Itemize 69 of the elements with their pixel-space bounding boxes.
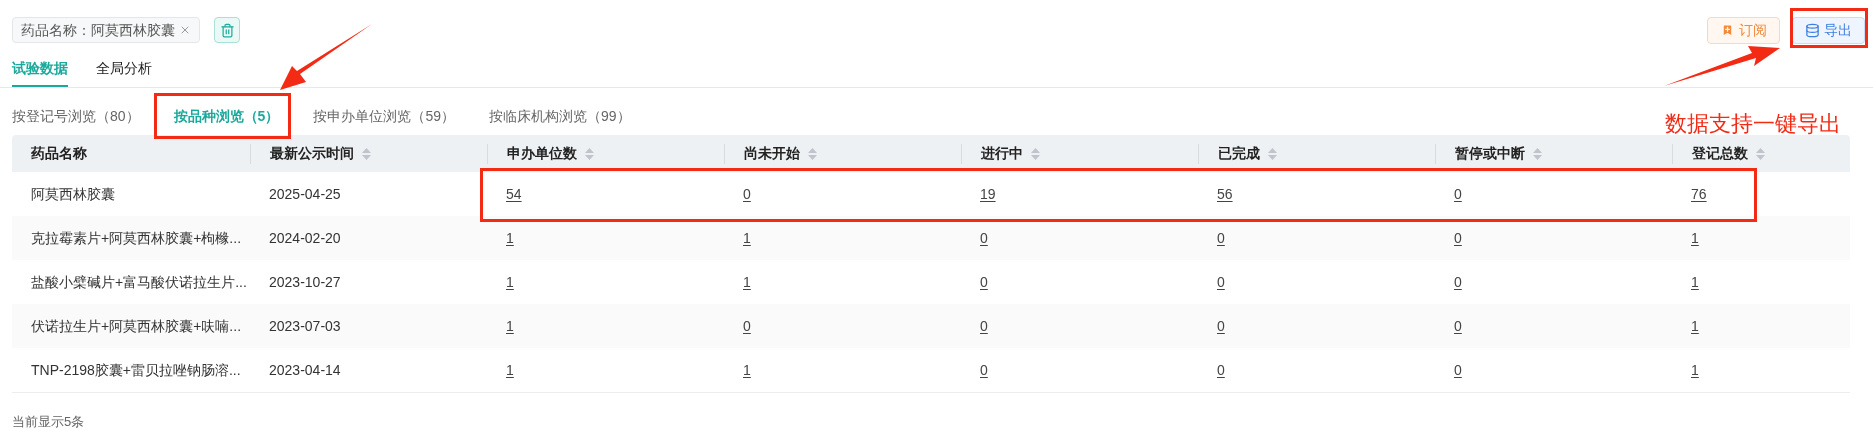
column-header: 暂停或中断	[1455, 144, 1525, 163]
count-link[interactable]: 1	[506, 318, 514, 334]
count-link[interactable]: 0	[1454, 186, 1462, 202]
view-tab[interactable]: 按申办单位浏览（59）	[313, 106, 455, 127]
sort-icon[interactable]	[1533, 147, 1542, 160]
annotation-label: 数据支持一键导出	[1665, 110, 1841, 138]
count-link[interactable]: 0	[743, 318, 751, 334]
table-cell: 2023-07-03	[269, 318, 341, 334]
table-cell: TNP-2198胶囊+雷贝拉唑钠肠溶...	[31, 362, 241, 378]
count-link[interactable]: 76	[1691, 186, 1707, 202]
count-link[interactable]: 0	[1454, 318, 1462, 334]
column-header: 药品名称	[31, 144, 87, 163]
sort-icon[interactable]	[585, 147, 594, 160]
footer-text: 当前显示5条	[12, 414, 85, 429]
table-cell: 伏诺拉生片+阿莫西林胶囊+呋喃...	[31, 318, 242, 334]
count-link[interactable]: 0	[1217, 274, 1225, 290]
count-link[interactable]: 1	[1691, 274, 1699, 290]
column-header: 申办单位数	[507, 144, 577, 163]
column-header: 进行中	[981, 144, 1023, 163]
column-header: 已完成	[1218, 144, 1260, 163]
trash-icon	[219, 22, 235, 38]
count-link[interactable]: 0	[980, 318, 988, 334]
count-link[interactable]: 1	[1691, 318, 1699, 334]
count-link[interactable]: 56	[1217, 186, 1233, 202]
count-link[interactable]: 19	[980, 186, 996, 202]
count-link[interactable]: 0	[1217, 318, 1225, 334]
count-link[interactable]: 1	[743, 230, 751, 246]
sort-icon[interactable]	[1756, 147, 1765, 160]
count-link[interactable]: 1	[506, 230, 514, 246]
table-cell: 2023-04-14	[269, 362, 341, 378]
table-cell: 2025-04-25	[269, 186, 341, 202]
count-link[interactable]: 0	[980, 230, 988, 246]
bookmark-icon	[1720, 23, 1735, 38]
sort-icon[interactable]	[1031, 147, 1040, 160]
count-link[interactable]: 1	[743, 274, 751, 290]
count-link[interactable]: 54	[506, 186, 522, 202]
filter-value: 阿莫西林胶囊	[91, 20, 175, 40]
count-link[interactable]: 0	[1454, 230, 1462, 246]
table-cell: 盐酸小檗碱片+富马酸伏诺拉生片...	[31, 274, 247, 290]
table-cell: 阿莫西林胶囊	[31, 186, 115, 202]
table-cell: 2024-02-20	[269, 230, 341, 246]
count-link[interactable]: 1	[743, 362, 751, 378]
count-link[interactable]: 1	[506, 362, 514, 378]
column-header: 登记总数	[1692, 144, 1748, 163]
table-cell: 2023-10-27	[269, 274, 341, 290]
export-button[interactable]: 导出	[1792, 17, 1865, 44]
count-link[interactable]: 0	[743, 186, 751, 202]
count-link[interactable]: 0	[1217, 230, 1225, 246]
tab[interactable]: 全局分析	[96, 58, 152, 87]
sort-icon[interactable]	[808, 147, 817, 160]
view-tab[interactable]: 按临床机构浏览（99）	[488, 106, 631, 127]
count-link[interactable]: 0	[1454, 274, 1462, 290]
count-link[interactable]: 1	[1691, 362, 1699, 378]
count-link[interactable]: 1	[506, 274, 514, 290]
table-cell: 克拉霉素片+阿莫西林胶囊+枸橼...	[31, 230, 242, 246]
column-header: 尚未开始	[744, 144, 800, 163]
count-link[interactable]: 0	[1217, 362, 1225, 378]
sort-icon[interactable]	[362, 147, 371, 160]
count-link[interactable]: 0	[980, 274, 988, 290]
database-icon	[1805, 23, 1820, 38]
count-link[interactable]: 0	[980, 362, 988, 378]
count-link[interactable]: 1	[1691, 230, 1699, 246]
sort-icon[interactable]	[1268, 147, 1277, 160]
close-icon[interactable]	[179, 24, 191, 36]
column-header: 最新公示时间	[270, 144, 354, 163]
count-link[interactable]: 0	[1454, 362, 1462, 378]
filter-label: 药品名称：	[21, 20, 91, 40]
clear-button[interactable]	[214, 17, 240, 43]
view-tab[interactable]: 按登记号浏览（80）	[12, 106, 140, 127]
